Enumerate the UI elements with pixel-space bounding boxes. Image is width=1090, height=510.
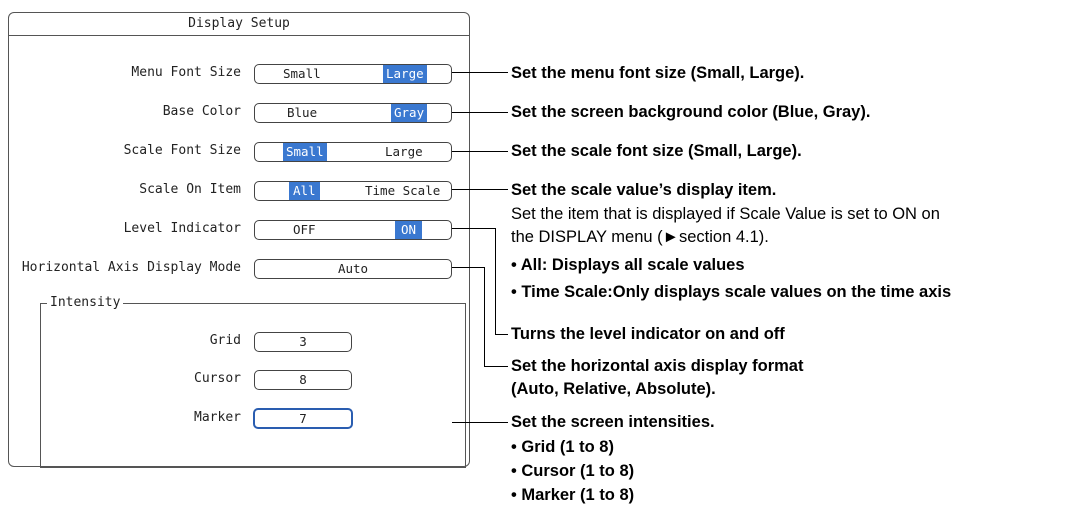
- annotation-level-indicator: Turns the level indicator on and off: [511, 325, 785, 343]
- option-blue[interactable]: Blue: [287, 104, 317, 122]
- intensity-group: Intensity: [40, 295, 466, 468]
- leader-line-intensities: [452, 422, 508, 423]
- menu-font-size-toggle[interactable]: Small Large: [254, 64, 452, 84]
- scale-font-size-label: Scale Font Size: [123, 143, 241, 158]
- level-indicator-toggle[interactable]: OFF ON: [254, 220, 452, 240]
- annotation-scale-item-bullet-all: • All: Displays all scale values: [511, 256, 745, 274]
- leader-line-scale-item: [452, 189, 508, 190]
- base-color-label: Base Color: [162, 104, 241, 119]
- annotation-intensity-cursor: • Cursor (1 to 8): [511, 462, 635, 480]
- menu-font-size-label: Menu Font Size: [131, 65, 241, 80]
- base-color-toggle[interactable]: Blue Gray: [254, 103, 452, 123]
- leader-line-level-v: [495, 228, 496, 335]
- leader-line-scale-font: [452, 151, 508, 152]
- leader-line-level-h2: [495, 334, 508, 335]
- scale-font-size-toggle[interactable]: Small Large: [254, 142, 452, 162]
- cursor-intensity-field[interactable]: 8: [254, 370, 352, 390]
- annotation-horizontal-axis-line2: (Auto, Relative, Absolute).: [511, 380, 716, 398]
- annotation-intensity-grid: • Grid (1 to 8): [511, 438, 614, 456]
- annotation-scale-item-line2: the DISPLAY menu (►section 4.1).: [511, 228, 769, 246]
- horizontal-axis-display-mode-select[interactable]: Auto: [254, 259, 452, 279]
- dialog-title: Display Setup: [9, 13, 469, 36]
- annotation-scale-item-bullet-time-scale: • Time Scale:Only displays scale values …: [511, 283, 952, 301]
- annotation-scale-item-heading: Set the scale value’s display item.: [511, 181, 777, 199]
- scale-on-item-label: Scale On Item: [139, 182, 241, 197]
- leader-line-level-h1: [452, 228, 496, 229]
- option-small[interactable]: Small: [283, 143, 327, 161]
- option-small[interactable]: Small: [283, 65, 321, 83]
- option-on[interactable]: ON: [395, 221, 423, 239]
- option-large[interactable]: Large: [383, 65, 427, 83]
- leader-line-axis-v: [484, 267, 485, 367]
- option-off[interactable]: OFF: [293, 221, 316, 239]
- grid-intensity-field[interactable]: 3: [254, 332, 352, 352]
- scale-on-item-toggle[interactable]: All Time Scale: [254, 181, 452, 201]
- annotation-intensity-marker: • Marker (1 to 8): [511, 486, 635, 504]
- leader-line-base-color: [452, 112, 508, 113]
- level-indicator-label: Level Indicator: [123, 221, 241, 236]
- horizontal-axis-display-mode-label: Horizontal Axis Display Mode: [21, 260, 241, 275]
- display-setup-dialog: Display Setup Menu Font Size Small Large…: [8, 12, 470, 468]
- marker-intensity-field[interactable]: 7: [253, 408, 353, 429]
- annotation-scale-item-line1: Set the item that is displayed if Scale …: [511, 205, 940, 223]
- annotation-scale-font-size: Set the scale font size (Small, Large).: [511, 142, 802, 160]
- option-time-scale[interactable]: Time Scale: [365, 182, 440, 200]
- annotation-intensities-heading: Set the screen intensities.: [511, 413, 715, 431]
- option-large[interactable]: Large: [385, 143, 423, 161]
- grid-label: Grid: [209, 333, 241, 348]
- intensity-group-title: Intensity: [47, 295, 124, 311]
- option-gray[interactable]: Gray: [391, 104, 428, 122]
- leader-line-axis-h2: [484, 366, 508, 367]
- annotation-horizontal-axis-line1: Set the horizontal axis display format: [511, 357, 804, 375]
- cursor-label: Cursor: [194, 371, 241, 386]
- leader-line-axis-h1: [452, 267, 485, 268]
- option-all[interactable]: All: [289, 182, 320, 200]
- annotation-menu-font-size: Set the menu font size (Small, Large).: [511, 64, 805, 82]
- annotation-base-color: Set the screen background color (Blue, G…: [511, 103, 871, 121]
- marker-label: Marker: [194, 410, 241, 425]
- leader-line-menu-font: [452, 72, 508, 73]
